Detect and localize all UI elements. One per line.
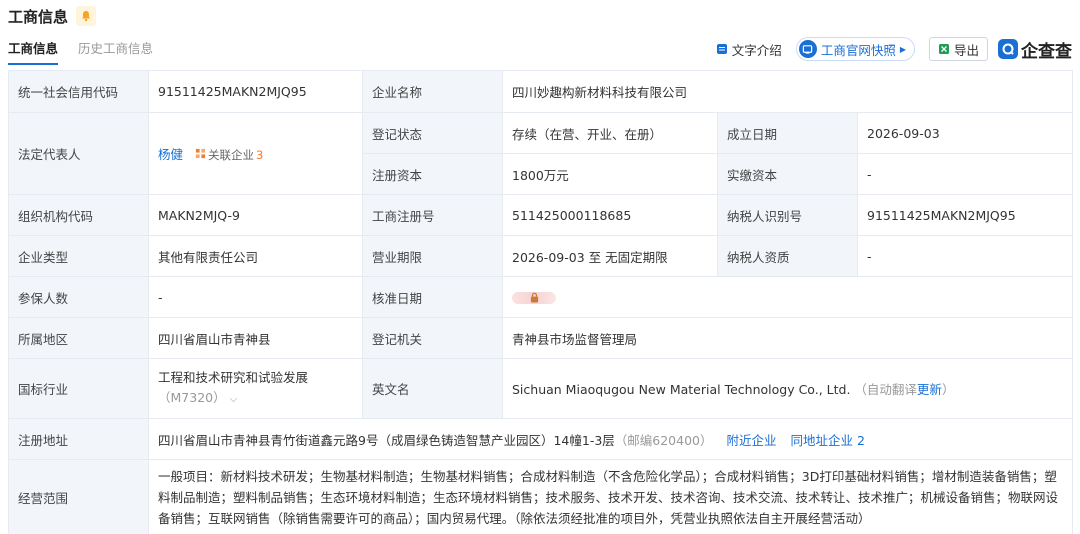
table-row: 经营范围 一般项目：新材料技术研发；生物基材料制造；生物基材料销售；合成材料制造… <box>8 459 1073 534</box>
section-header: 工商信息 <box>8 4 97 28</box>
table-row: 法定代表人 杨健 关联企业 3 登记状态 存续（在营、开业、在册） 成立日期 2… <box>8 112 1073 195</box>
table-row: 国标行业 工程和技术研究和试验发展 （M7320） ⌵ 英文名 Sichuan M… <box>8 358 1073 419</box>
export-label: 导出 <box>953 42 979 58</box>
founded-label: 成立日期 <box>717 112 858 154</box>
chevron-down-icon: ⌵ <box>229 393 238 405</box>
insured-label: 参保人数 <box>8 276 149 318</box>
scope-label: 经营范围 <box>8 459 149 534</box>
tab-business-info[interactable]: 工商信息 <box>8 38 59 65</box>
credit-code-label: 统一社会信用代码 <box>8 70 149 113</box>
section-title: 工商信息 <box>8 7 69 26</box>
snapshot-label: 工商官网快照 <box>820 42 896 58</box>
address-cell: 四川省眉山市青神县青竹街道鑫元路9号（成眉绿色铸造智慧产业园区）14幢1-3层（… <box>148 418 1073 460</box>
brand-icon <box>998 39 1018 59</box>
taxpayer-qual-label: 纳税人资质 <box>717 235 858 277</box>
company-type-label: 企业类型 <box>8 235 149 277</box>
scope-value: 一般项目：新材料技术研发；生物基材料制造；生物基材料销售；合成材料制造（不含危险… <box>148 459 1073 534</box>
industry-value: 工程和技术研究和试验发展 <box>158 369 309 385</box>
auto-translate-note: （自动翻译 <box>854 382 917 397</box>
company-name-label: 企业名称 <box>362 70 503 113</box>
related-companies-link[interactable]: 关联企业 3 <box>195 147 263 163</box>
taxpayer-id-label: 纳税人识别号 <box>717 194 858 236</box>
snapshot-button[interactable]: 工商官网快照 ▶ <box>795 37 915 61</box>
text-intro-button[interactable]: 文字介绍 <box>716 40 782 59</box>
excel-icon <box>938 43 950 55</box>
industry-cell[interactable]: 工程和技术研究和试验发展 （M7320） ⌵ <box>148 358 363 419</box>
snapshot-icon <box>798 40 817 58</box>
taxpayer-qual-value: - <box>857 235 1073 277</box>
reg-status-label: 登记状态 <box>362 112 503 154</box>
biz-reg-no-value: 511425000118685 <box>502 194 718 236</box>
related-label: 关联企业 <box>208 148 254 162</box>
address-label: 注册地址 <box>8 418 149 460</box>
term-value: 2026-09-03 至 无固定期限 <box>502 235 718 277</box>
region-label: 所属地区 <box>8 317 149 359</box>
legal-rep-cell: 杨健 关联企业 3 <box>148 112 363 195</box>
postcode: （邮编620400） <box>614 432 713 448</box>
legal-rep-link[interactable]: 杨健 <box>158 147 183 162</box>
table-row: 统一社会信用代码 91511425MAKN2MJQ95 企业名称 四川妙趣构新材… <box>8 70 1073 113</box>
paid-capital-label: 实缴资本 <box>717 153 858 195</box>
reg-capital-value: 1800万元 <box>502 153 718 195</box>
company-type-value: 其他有限责任公司 <box>148 235 363 277</box>
reg-status-value: 存续（在营、开业、在册） <box>502 112 718 154</box>
english-name-cell: Sichuan Miaoqugou New Material Technolog… <box>502 358 1073 419</box>
taxpayer-id-value: 91511425MAKN2MJQ95 <box>857 194 1073 236</box>
table-row: 参保人数 - 核准日期 <box>8 276 1073 318</box>
table-row: 企业类型 其他有限责任公司 营业期限 2026-09-03 至 无固定期限 纳税… <box>8 235 1073 277</box>
document-icon <box>716 43 728 55</box>
industry-code: （M7320） <box>158 389 226 405</box>
approval-date-label: 核准日期 <box>362 276 503 318</box>
insured-value: - <box>148 276 363 318</box>
brand-logo: 企查查 <box>998 37 1072 62</box>
industry-label: 国标行业 <box>8 358 149 419</box>
update-link[interactable]: 更新 <box>917 382 942 397</box>
credit-code-value: 91511425MAKN2MJQ95 <box>148 70 363 113</box>
business-info-table: 统一社会信用代码 91511425MAKN2MJQ95 企业名称 四川妙趣构新材… <box>8 70 1073 534</box>
english-name-label: 英文名 <box>362 358 503 419</box>
region-value: 四川省眉山市青神县 <box>148 317 363 359</box>
toolbar: 文字介绍 工商官网快照 ▶ 导出 企查查 <box>702 36 1072 62</box>
same-address-link[interactable]: 同地址企业 2 <box>790 433 864 448</box>
org-code-label: 组织机构代码 <box>8 194 149 236</box>
company-name-value: 四川妙趣构新材料科技有限公司 <box>502 70 1073 113</box>
paid-capital-value: - <box>857 153 1073 195</box>
brand-name: 企查查 <box>1021 41 1072 62</box>
term-label: 营业期限 <box>362 235 503 277</box>
lock-icon <box>530 291 539 306</box>
biz-reg-no-label: 工商注册号 <box>362 194 503 236</box>
founded-value: 2026-09-03 <box>857 112 1073 154</box>
approval-date-cell <box>502 276 1073 318</box>
authority-value: 青神县市场监督管理局 <box>502 317 1073 359</box>
network-icon <box>195 148 206 162</box>
table-row: 注册地址 四川省眉山市青神县青竹街道鑫元路9号（成眉绿色铸造智慧产业园区）14幢… <box>8 418 1073 460</box>
table-row: 组织机构代码 MAKN2MJQ-9 工商注册号 511425000118685 … <box>8 194 1073 236</box>
authority-label: 登记机关 <box>362 317 503 359</box>
english-name-value: Sichuan Miaoqugou New Material Technolog… <box>512 382 851 397</box>
tab-bar: 工商信息 历史工商信息 <box>8 38 173 65</box>
org-code-value: MAKN2MJQ-9 <box>148 194 363 236</box>
nearby-companies-link[interactable]: 附近企业 <box>726 433 776 448</box>
reg-capital-label: 注册资本 <box>362 153 503 195</box>
blurred-value[interactable] <box>512 292 556 304</box>
address-value: 四川省眉山市青神县青竹街道鑫元路9号（成眉绿色铸造智慧产业园区）14幢1-3层 <box>158 432 615 448</box>
auto-translate-end: ） <box>941 382 955 397</box>
export-button[interactable]: 导出 <box>928 37 988 61</box>
text-intro-label: 文字介绍 <box>731 42 782 58</box>
table-row: 所属地区 四川省眉山市青神县 登记机关 青神县市场监督管理局 <box>8 317 1073 359</box>
legal-rep-label: 法定代表人 <box>8 112 149 195</box>
bell-icon[interactable] <box>76 6 97 26</box>
related-count: 3 <box>256 148 264 162</box>
tab-history-business-info[interactable]: 历史工商信息 <box>78 38 153 65</box>
caret-right-icon: ▶ <box>899 44 906 54</box>
